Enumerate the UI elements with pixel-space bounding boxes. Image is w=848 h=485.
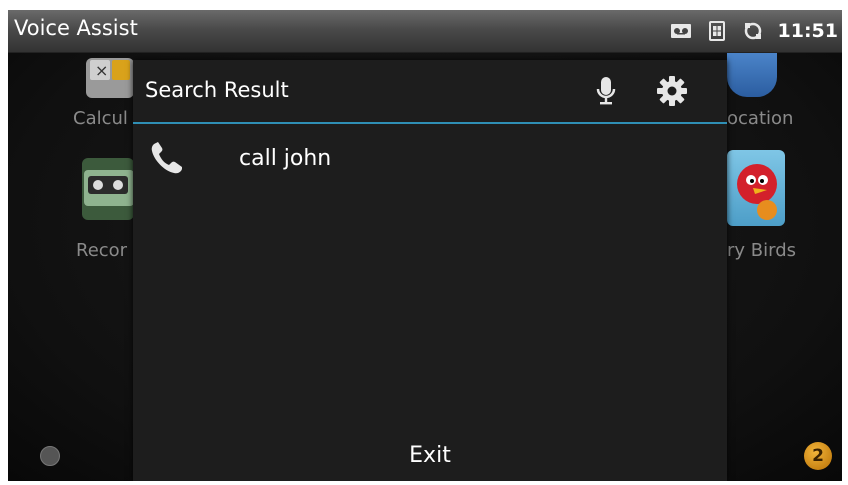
result-text: call john [239,146,332,171]
frame-bottom [0,481,848,485]
recorder-label: Recor [76,240,128,261]
status-icons: 11:51 [670,19,838,43]
voicemail-icon [670,21,692,41]
frame-top [0,0,848,10]
settings-button[interactable] [655,74,689,108]
dialog-header: Search Result [133,60,727,122]
svg-text:×: × [95,61,108,80]
app-title: Voice Assist [14,16,138,40]
exit-button[interactable]: Exit [133,430,727,481]
frame-right [842,0,848,485]
notification-badge[interactable]: 2 [804,442,832,470]
dialog-title: Search Result [145,78,289,102]
angry-birds-label: ry Birds [727,240,797,261]
info-indicator-icon [40,446,60,466]
sim-card-icon [706,21,728,41]
frame-left [0,0,8,485]
phone-icon [147,138,187,178]
location-app-icon[interactable] [727,53,777,97]
angry-birds-app-icon[interactable] [727,150,785,226]
calculator-app-icon[interactable]: × [86,58,134,98]
microphone-icon [596,77,616,105]
calculator-label: Calcul [73,108,128,129]
search-result-dialog: Search Result call john Exit [133,60,727,481]
result-item[interactable]: call john [133,130,727,186]
microphone-button[interactable] [589,74,623,108]
status-time: 11:51 [777,20,838,42]
recorder-app-icon[interactable] [82,158,134,220]
status-bar: Voice Assist 11:51 [8,10,842,53]
location-label: ocation [727,108,794,129]
header-divider [133,122,727,124]
gear-icon [657,76,687,106]
sync-icon [742,21,764,41]
